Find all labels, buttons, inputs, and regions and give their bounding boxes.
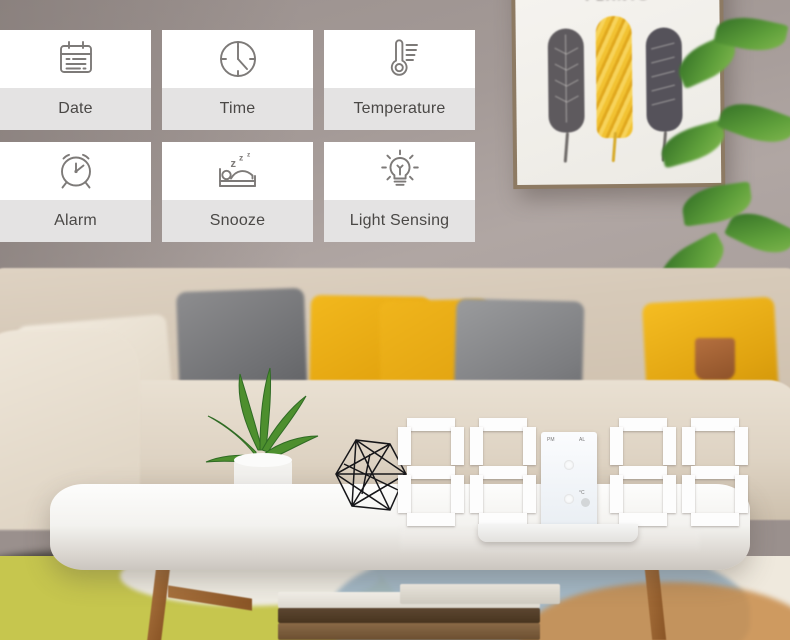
artwork-title: PLANTS: [515, 0, 719, 4]
feature-icon-wrap: [324, 30, 475, 88]
feature-icon-wrap: [0, 30, 151, 88]
clock-center-panel: PM AL °C: [541, 432, 597, 530]
clock-stand: [478, 524, 638, 542]
svg-text:z: z: [230, 158, 236, 170]
terracotta-pot: [695, 338, 735, 380]
thermometer-icon: [390, 39, 418, 76]
feature-icon-wrap: [162, 30, 313, 88]
feature-card-grid: Date Time Temperature Alarm z z z Snooze…: [0, 30, 476, 254]
clock-icon: [219, 41, 256, 77]
feature-label-date: Date: [0, 88, 151, 130]
svg-text:z: z: [247, 152, 251, 159]
clock-digit-4: [682, 418, 748, 526]
book-right: [400, 584, 560, 604]
clock-colon-dot-bottom: [564, 494, 574, 504]
feature-label-light-sensing: Light Sensing: [324, 200, 475, 242]
feature-label-alarm: Alarm: [0, 200, 151, 242]
feature-row-2: Alarm z z z Snooze Light Sensing: [0, 142, 476, 242]
bed-sleep-icon: z z z: [218, 152, 256, 187]
feature-card-alarm[interactable]: Alarm: [0, 142, 151, 242]
led-digital-clock: PM AL °C: [398, 418, 748, 542]
feature-icon-wrap: z z z: [162, 142, 313, 200]
feature-card-date[interactable]: Date: [0, 30, 151, 130]
feature-card-temperature[interactable]: Temperature: [324, 30, 475, 130]
feature-label-time: Time: [162, 88, 313, 130]
clock-digit-2: [470, 418, 536, 526]
feature-card-time[interactable]: Time: [162, 30, 313, 130]
feather-gray-left: [547, 28, 585, 163]
feature-card-snooze[interactable]: z z z Snooze: [162, 142, 313, 242]
feature-label-snooze: Snooze: [162, 200, 313, 242]
screenshot-stage: PLANTS: [0, 0, 790, 640]
clock-digit-3: [610, 418, 676, 526]
lightbulb-icon: [380, 149, 419, 186]
alarm-clock-icon: [60, 153, 91, 189]
clock-digit-1: [398, 418, 464, 526]
feature-card-light-sensing[interactable]: Light Sensing: [324, 142, 475, 242]
feature-icon-wrap: [324, 142, 475, 200]
feature-label-temperature: Temperature: [324, 88, 475, 130]
clock-colon-dot-top: [564, 460, 574, 470]
calendar-icon: [59, 41, 92, 73]
feature-icon-wrap: [0, 142, 151, 200]
feature-row-1: Date Time Temperature: [0, 30, 476, 130]
svg-text:z: z: [239, 153, 243, 163]
